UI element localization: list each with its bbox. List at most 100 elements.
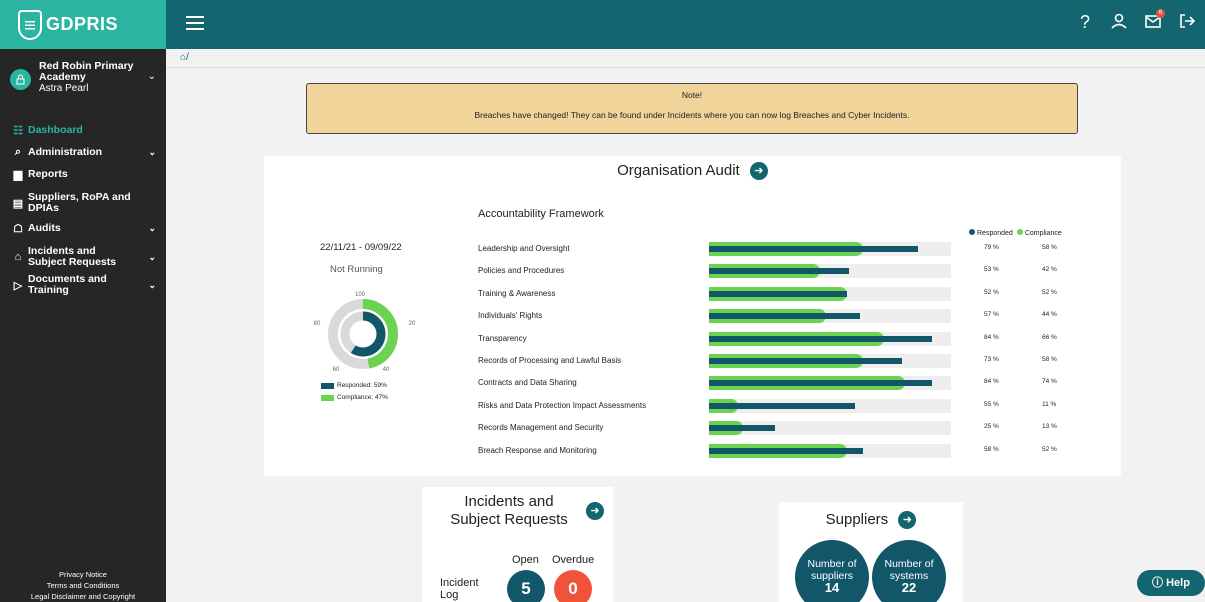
- legal-disclaimer-link[interactable]: Legal Disclaimer and Copyright: [0, 591, 166, 602]
- compliance-value: 42 %: [1042, 266, 1057, 274]
- terms-link[interactable]: Terms and Conditions: [0, 580, 166, 591]
- responded-bar: [709, 335, 932, 342]
- row-label: Policies and Procedures: [478, 266, 565, 276]
- arrow-right-icon[interactable]: ➜: [586, 502, 604, 520]
- responded-value: 52 %: [984, 288, 999, 296]
- sidebar-item-reports[interactable]: ▆ Reports: [0, 168, 166, 182]
- compliance-value: 44 %: [1042, 311, 1057, 319]
- row-label: Risks and Data Protection Impact Assessm…: [478, 400, 647, 410]
- responded-dot: [969, 229, 975, 235]
- framework-row: Policies and Procedures 53 % 42 %: [478, 262, 1078, 284]
- profile-switcher[interactable]: Red Robin Primary Academy Astra Pearl ⌄: [0, 49, 166, 95]
- donut-compliance-label: Compliance: 47%: [337, 394, 388, 401]
- suppliers-count-circle[interactable]: Number of suppliers 14: [795, 540, 869, 602]
- sidebar-item-documents-and-training[interactable]: ▷ Documents and Training ⌄: [0, 274, 166, 296]
- row-label: Leadership and Oversight: [478, 244, 570, 253]
- incidents-title: Incidents and Subject Requests: [450, 493, 568, 528]
- overdue-count[interactable]: 0: [554, 570, 592, 602]
- audit-donut-chart: 100 20 40 60 80: [314, 292, 416, 373]
- responded-value: 57 %: [984, 311, 999, 319]
- footer-links: Privacy Notice Terms and Conditions Lega…: [0, 569, 166, 602]
- row-label: Records Management and Security: [478, 423, 604, 433]
- donut-tick-60: 60: [333, 367, 340, 373]
- responded-value: 84 %: [984, 333, 999, 341]
- grid-icon: ☷: [13, 125, 23, 137]
- suppliers-count-label: Number of suppliers: [807, 558, 857, 582]
- audit-title: Organisation Audit: [617, 162, 740, 179]
- compliance-dot: [1016, 229, 1023, 235]
- user-icon[interactable]: [1109, 12, 1129, 35]
- top-bar: ? 6: [166, 0, 1205, 49]
- systems-count-circle[interactable]: Number of systems 22: [872, 540, 946, 602]
- bar-track: [709, 286, 951, 301]
- compliance-value: 66 %: [1042, 333, 1057, 341]
- responded-swatch: [321, 382, 334, 389]
- organisation-audit-card: Organisation Audit ➜ 22/11/21 - 09/09/22…: [264, 156, 1121, 476]
- help-button[interactable]: ⓘ Help: [1137, 570, 1205, 596]
- framework-row: Contracts and Data Sharing 84 % 74 %: [478, 374, 1078, 396]
- note-text: Breaches have changed! They can be found…: [474, 110, 910, 120]
- sidebar-item-label: Incidents and Subject Requests: [28, 245, 117, 268]
- sidebar-item-label: Dashboard: [28, 124, 83, 136]
- sidebar-item-audits[interactable]: ☖ Audits ⌄: [0, 222, 166, 236]
- sidebar-item-administration[interactable]: ⌕ Administration ⌄: [0, 146, 166, 159]
- compliance-swatch: [321, 394, 334, 401]
- responded-bar: [709, 425, 776, 432]
- responded-value: 58 %: [984, 445, 999, 453]
- help-circle-icon: ⓘ: [1152, 577, 1164, 589]
- sidebar-item-dashboard[interactable]: ☷ Dashboard: [0, 124, 166, 138]
- compliance-value: 58 %: [1042, 355, 1057, 363]
- help-question-icon[interactable]: ?: [1075, 12, 1095, 35]
- chevron-down-icon: ⌄: [148, 279, 156, 290]
- legend-responded: Responded: [977, 230, 1013, 237]
- bar-track: [709, 421, 951, 436]
- mail-icon[interactable]: 6: [1143, 9, 1165, 35]
- bar-track: [709, 376, 951, 391]
- chevron-down-icon: ⌄: [148, 251, 156, 262]
- note-title: Note!: [681, 90, 703, 100]
- org-name: Red Robin Primary Academy: [39, 60, 134, 83]
- framework-row: Transparency 84 % 66 %: [478, 330, 1078, 352]
- sidebar-item-incidents-and-subject-requests[interactable]: ⌂ Incidents and Subject Requests ⌄: [0, 246, 166, 268]
- logout-icon[interactable]: [1177, 12, 1197, 35]
- responded-bar: [709, 357, 903, 364]
- responded-bar: [709, 380, 932, 387]
- framework-title: Accountability Framework: [478, 208, 604, 220]
- bar-track: [709, 309, 951, 324]
- bar-chart-icon: ▆: [13, 169, 23, 181]
- arrow-right-icon[interactable]: ➜: [898, 511, 917, 530]
- framework-row: Individuals' Rights 57 % 44 %: [478, 307, 1078, 329]
- row-label: Training & Awareness: [478, 288, 556, 298]
- clipboard-icon: ▤: [12, 197, 24, 210]
- compliance-value: 58 %: [1042, 244, 1057, 251]
- framework-row: Records of Processing and Lawful Basis 73…: [478, 352, 1078, 374]
- sidebar: GDPRIS Red Robin Primary Academy Astra P…: [0, 0, 166, 602]
- responded-bar: [709, 313, 861, 320]
- suppliers-card: Suppliers ➜ Number of suppliers 14 Numbe…: [779, 502, 963, 602]
- donut-responded-label: Responded: 59%: [337, 382, 387, 389]
- privacy-notice-link[interactable]: Privacy Notice: [0, 569, 166, 580]
- responded-bar: [709, 447, 863, 454]
- responded-value: 84 %: [984, 378, 999, 386]
- framework-bars: Leadership and Oversight 79 % 58 % Policies…: [478, 240, 1078, 464]
- lock-icon: ⌂: [14, 251, 22, 263]
- arrow-right-icon[interactable]: ➜: [749, 162, 768, 181]
- bar-track: [709, 398, 951, 413]
- sidebar-item-suppliers-ropa-and-dpias[interactable]: ▤ Suppliers, RoPA and DPIAs: [0, 192, 166, 214]
- chevron-down-icon: ⌄: [148, 223, 156, 233]
- row-label: Transparency: [478, 333, 527, 343]
- menu-icon[interactable]: [186, 16, 204, 34]
- row-label: Contracts and Data Sharing: [478, 378, 577, 388]
- divider: [166, 67, 1205, 68]
- open-count[interactable]: 5: [507, 570, 545, 602]
- logo-text: GDPRIS: [46, 14, 119, 34]
- compliance-value: 52 %: [1042, 445, 1057, 453]
- key-icon: ⌕: [14, 146, 22, 158]
- compliance-value: 74 %: [1042, 378, 1057, 386]
- donut-tick-20: 20: [409, 321, 416, 327]
- sidebar-item-label: Documents and Training: [28, 273, 107, 296]
- logo[interactable]: GDPRIS: [0, 0, 166, 49]
- responded-bar: [709, 268, 850, 275]
- chevron-down-icon: ⌄: [148, 147, 156, 157]
- overdue-header: Overdue: [552, 554, 595, 566]
